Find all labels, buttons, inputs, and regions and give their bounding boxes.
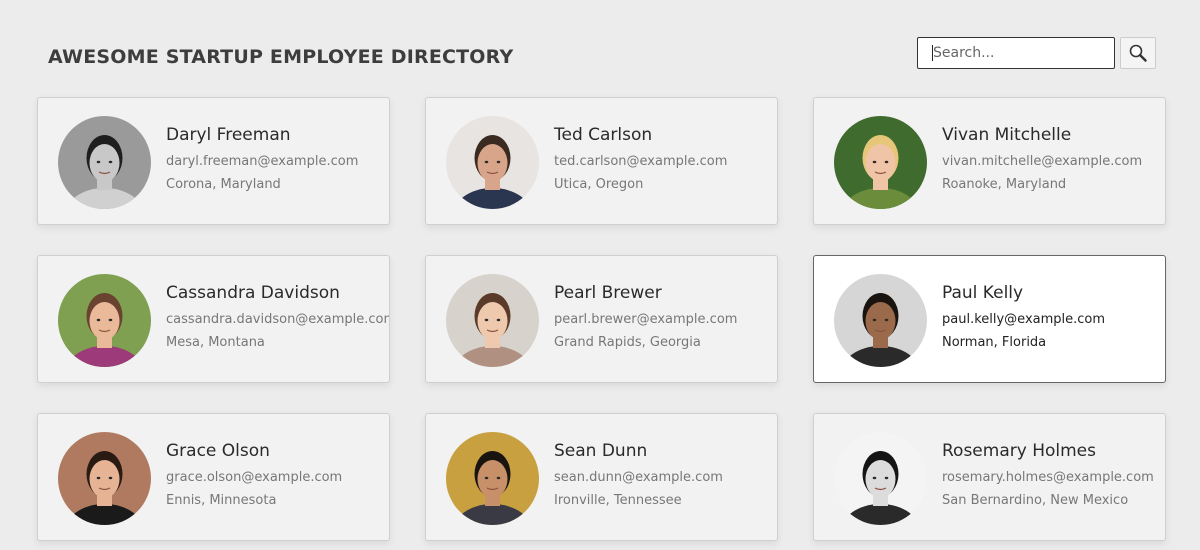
employee-name: Cassandra Davidson (166, 283, 340, 303)
employee-email: daryl.freeman@example.com (166, 154, 359, 169)
employee-info: Rosemary Holmes rosemary.holmes@example.… (942, 441, 1165, 509)
employee-name: Daryl Freeman (166, 125, 291, 145)
employee-name: Paul Kelly (942, 283, 1024, 303)
avatar (834, 432, 927, 525)
avatar (58, 432, 151, 525)
employee-email: pearl.brewer@example.com (554, 312, 738, 327)
employee-card[interactable]: Paul Kelly paul.kelly@example.com Norman… (813, 255, 1166, 383)
avatar (446, 274, 539, 367)
avatar (58, 274, 151, 367)
employee-location: Grand Rapids, Georgia (554, 335, 701, 350)
employee-card[interactable]: Grace Olson grace.olson@example.com Enni… (37, 413, 390, 541)
employee-location: Utica, Oregon (554, 177, 644, 192)
employee-name: Pearl Brewer (554, 283, 662, 303)
page-title: AWESOME STARTUP EMPLOYEE DIRECTORY (48, 46, 514, 68)
employee-info: Pearl Brewer pearl.brewer@example.com Gr… (554, 283, 777, 351)
search-button[interactable] (1120, 37, 1156, 69)
employee-email: paul.kelly@example.com (942, 312, 1106, 327)
avatar (834, 116, 927, 209)
employee-email: sean.dunn@example.com (554, 470, 723, 485)
avatar-portrait (834, 432, 927, 525)
avatar-portrait (834, 116, 927, 209)
employee-card[interactable]: Cassandra Davidson cassandra.davidson@ex… (37, 255, 390, 383)
employee-card[interactable]: Ted Carlson ted.carlson@example.com Utic… (425, 97, 778, 225)
employee-name: Vivan Mitchelle (942, 125, 1072, 145)
avatar-portrait (58, 116, 151, 209)
employee-name: Rosemary Holmes (942, 441, 1096, 461)
avatar (446, 432, 539, 525)
employee-location: Ironville, Tennessee (554, 493, 682, 508)
employee-info: Vivan Mitchelle vivan.mitchelle@example.… (942, 125, 1165, 193)
avatar (834, 274, 927, 367)
avatar-portrait (446, 432, 539, 525)
employee-email: cassandra.davidson@example.com (166, 312, 390, 327)
avatar-portrait (58, 432, 151, 525)
search-input[interactable] (917, 37, 1115, 69)
employee-email: vivan.mitchelle@example.com (942, 154, 1143, 169)
avatar (446, 116, 539, 209)
employee-info: Sean Dunn sean.dunn@example.com Ironvill… (554, 441, 777, 509)
employee-name: Grace Olson (166, 441, 270, 461)
avatar-portrait (446, 116, 539, 209)
employee-name: Sean Dunn (554, 441, 648, 461)
employee-card[interactable]: Rosemary Holmes rosemary.holmes@example.… (813, 413, 1166, 541)
avatar-portrait (446, 274, 539, 367)
avatar-portrait (834, 274, 927, 367)
employee-card[interactable]: Vivan Mitchelle vivan.mitchelle@example.… (813, 97, 1166, 225)
employee-card[interactable]: Daryl Freeman daryl.freeman@example.com … (37, 97, 390, 225)
employee-info: Ted Carlson ted.carlson@example.com Utic… (554, 125, 777, 193)
search-icon (1129, 44, 1147, 62)
employee-location: Ennis, Minnesota (166, 493, 277, 508)
employee-location: Roanoke, Maryland (942, 177, 1067, 192)
employee-location: Mesa, Montana (166, 335, 265, 350)
text-cursor (932, 45, 933, 61)
employee-info: Cassandra Davidson cassandra.davidson@ex… (166, 283, 389, 351)
employee-card[interactable]: Sean Dunn sean.dunn@example.com Ironvill… (425, 413, 778, 541)
employee-location: Corona, Maryland (166, 177, 281, 192)
employee-email: ted.carlson@example.com (554, 154, 728, 169)
employee-email: grace.olson@example.com (166, 470, 343, 485)
employee-location: Norman, Florida (942, 335, 1047, 350)
employee-email: rosemary.holmes@example.com (942, 470, 1154, 485)
page-header: AWESOME STARTUP EMPLOYEE DIRECTORY (0, 0, 1200, 90)
employee-info: Paul Kelly paul.kelly@example.com Norman… (942, 283, 1165, 351)
avatar (58, 116, 151, 209)
employee-location: San Bernardino, New Mexico (942, 493, 1129, 508)
employee-card[interactable]: Pearl Brewer pearl.brewer@example.com Gr… (425, 255, 778, 383)
employee-grid: Daryl Freeman daryl.freeman@example.com … (37, 97, 1166, 541)
avatar-portrait (58, 274, 151, 367)
employee-info: Grace Olson grace.olson@example.com Enni… (166, 441, 389, 509)
employee-name: Ted Carlson (554, 125, 653, 145)
employee-info: Daryl Freeman daryl.freeman@example.com … (166, 125, 389, 193)
